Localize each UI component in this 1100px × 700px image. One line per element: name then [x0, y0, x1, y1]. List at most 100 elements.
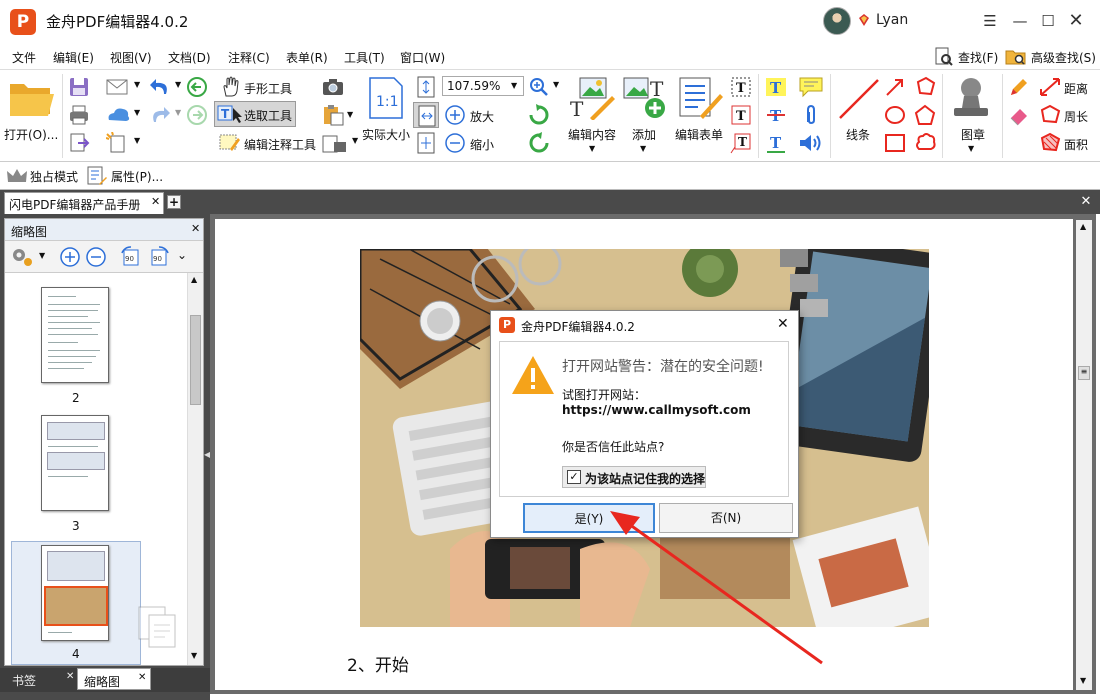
eraser-icon[interactable]	[1008, 104, 1030, 126]
save-icon[interactable]	[68, 76, 90, 98]
cloud-upload-icon[interactable]	[106, 106, 132, 124]
scan-icon[interactable]	[322, 132, 348, 154]
viewer-scroll-down-icon[interactable]: ▼	[1080, 676, 1086, 685]
close-bookmarks-tab-icon[interactable]: ✕	[66, 671, 74, 682]
note-icon[interactable]	[798, 76, 824, 98]
zoom-in-button[interactable]: 放大	[470, 108, 494, 125]
perimeter-button[interactable]: 周长	[1064, 108, 1088, 125]
menu-edit[interactable]: 编辑(E)	[53, 49, 94, 66]
strikethrough-icon[interactable]: T	[764, 104, 788, 126]
thumbnail-page-3[interactable]	[41, 415, 109, 511]
fit-page-icon[interactable]	[416, 76, 436, 98]
zoom-in-icon[interactable]	[444, 104, 466, 126]
attachment-icon[interactable]	[800, 104, 822, 126]
rotate-cw-icon[interactable]	[528, 104, 550, 126]
edit-annotation-tool-button[interactable]: 编辑注释工具	[244, 136, 316, 153]
zoom-out-button[interactable]: 缩小	[470, 136, 494, 153]
menu-file[interactable]: 文件	[12, 49, 36, 66]
viewer-scroll-thumb[interactable]: ≡	[1078, 366, 1090, 380]
select-tool-button[interactable]: T 选取工具	[214, 101, 296, 127]
stamp-button[interactable]: 图章	[961, 126, 985, 143]
menu-form[interactable]: 表单(R)	[286, 49, 328, 66]
rotate-ccw-icon[interactable]	[528, 132, 550, 154]
rotate-page-ccw-icon[interactable]: 90	[119, 245, 143, 269]
new-tab-icon[interactable]: +	[167, 195, 181, 209]
cloud-icon[interactable]	[914, 132, 936, 154]
user-name[interactable]: Lyan	[876, 12, 908, 28]
mail-icon[interactable]	[106, 78, 130, 96]
thumbnail-scrollbar[interactable]: ▲ ▼	[187, 273, 203, 665]
minimize-icon[interactable]: —	[1005, 6, 1035, 36]
menu-document[interactable]: 文档(D)	[168, 49, 211, 66]
thumbnail-page-4[interactable]	[41, 545, 109, 641]
callout-icon[interactable]: T	[730, 132, 752, 154]
more-options-icon[interactable]: ⌄	[177, 248, 187, 262]
add-button[interactable]: 添加	[632, 126, 656, 143]
distance-button[interactable]: 距离	[1064, 80, 1088, 97]
forward-icon[interactable]	[186, 104, 208, 126]
fit-width-button[interactable]	[413, 102, 439, 128]
back-icon[interactable]	[186, 76, 208, 98]
area-button[interactable]: 面积	[1064, 136, 1088, 153]
snapshot-icon[interactable]	[322, 78, 344, 96]
close-panel-icon[interactable]: ✕	[191, 222, 200, 235]
document-tab[interactable]: 闪电PDF编辑器产品手册 ✕	[4, 192, 164, 214]
menu-tools[interactable]: 工具(T)	[344, 49, 385, 66]
rectangle-icon[interactable]	[884, 132, 906, 154]
export-icon[interactable]	[68, 132, 90, 154]
exclusive-mode-button[interactable]: 独占模式	[30, 168, 78, 185]
options-gear-icon[interactable]	[10, 246, 36, 268]
edit-content-button[interactable]: 编辑内容	[568, 126, 616, 143]
undo-icon[interactable]	[148, 76, 172, 98]
sound-icon[interactable]	[798, 132, 824, 154]
bookmarks-tab[interactable]: 书签 ✕	[4, 668, 76, 690]
magnifier-icon[interactable]	[528, 76, 550, 98]
rotate-page-cw-icon[interactable]: 90	[147, 245, 171, 269]
close-all-tabs-icon[interactable]: ✕	[1078, 194, 1094, 210]
close-tab-icon[interactable]: ✕	[151, 195, 160, 208]
menu-window[interactable]: 窗口(W)	[400, 49, 445, 66]
viewer-scroll-up-icon[interactable]: ▲	[1080, 222, 1086, 231]
new-document-icon[interactable]	[106, 132, 130, 154]
polygon-icon[interactable]	[914, 104, 936, 126]
properties-button[interactable]: 属性(P)...	[111, 168, 163, 185]
hand-tool-button[interactable]: 手形工具	[244, 80, 292, 97]
menu-view[interactable]: 视图(V)	[110, 49, 152, 66]
zoom-out-icon[interactable]	[444, 132, 466, 154]
user-avatar[interactable]	[823, 7, 851, 35]
redo-icon[interactable]	[148, 104, 172, 126]
underline-icon[interactable]: T	[764, 132, 788, 154]
highlight-text-icon[interactable]: T	[764, 76, 788, 98]
thumbnail-scroll-thumb[interactable]	[190, 315, 201, 405]
arrow-tool-icon[interactable]	[884, 76, 906, 98]
enlarge-thumbnail-icon[interactable]	[59, 246, 81, 268]
open-button[interactable]: 打开(O)...	[4, 126, 58, 143]
dialog-close-icon[interactable]: ✕	[777, 316, 789, 332]
menu-comment[interactable]: 注释(C)	[228, 49, 270, 66]
scroll-down-icon[interactable]: ▼	[191, 651, 197, 660]
shrink-thumbnail-icon[interactable]	[85, 246, 107, 268]
find-button[interactable]: 查找(F)	[934, 46, 998, 68]
close-icon[interactable]: ✕	[1061, 6, 1091, 36]
scroll-up-icon[interactable]: ▲	[191, 275, 197, 284]
remember-choice-checkbox[interactable]: ✓ 为该站点记住我的选择	[562, 466, 706, 488]
thumbnail-page-2[interactable]	[41, 287, 109, 383]
viewer-scrollbar[interactable]: ▲ ≡ ▼	[1076, 220, 1092, 690]
menu-icon[interactable]: ☰	[975, 6, 1005, 36]
thumbnails-tab[interactable]: 缩略图 ✕	[77, 668, 151, 690]
advanced-find-button[interactable]: 高级查找(S)	[1005, 46, 1096, 68]
edit-form-button[interactable]: 编辑表单	[675, 126, 723, 143]
text-box-icon[interactable]: T	[730, 104, 752, 126]
lines-button[interactable]: 线条	[846, 126, 870, 143]
pencil-icon[interactable]	[1008, 76, 1030, 98]
fit-visible-icon[interactable]	[416, 132, 436, 154]
zoom-select[interactable]: 107.59% ▼	[442, 76, 524, 96]
print-icon[interactable]	[68, 104, 90, 126]
actual-size-button[interactable]: 实际大小	[362, 126, 410, 143]
text-field-icon[interactable]: T	[730, 76, 752, 98]
open-folder-icon[interactable]	[8, 78, 56, 120]
cloud-shape-icon[interactable]	[914, 76, 936, 98]
paste-icon[interactable]	[322, 104, 344, 126]
ellipse-icon[interactable]	[884, 104, 906, 126]
close-thumbnails-tab-icon[interactable]: ✕	[138, 672, 146, 683]
